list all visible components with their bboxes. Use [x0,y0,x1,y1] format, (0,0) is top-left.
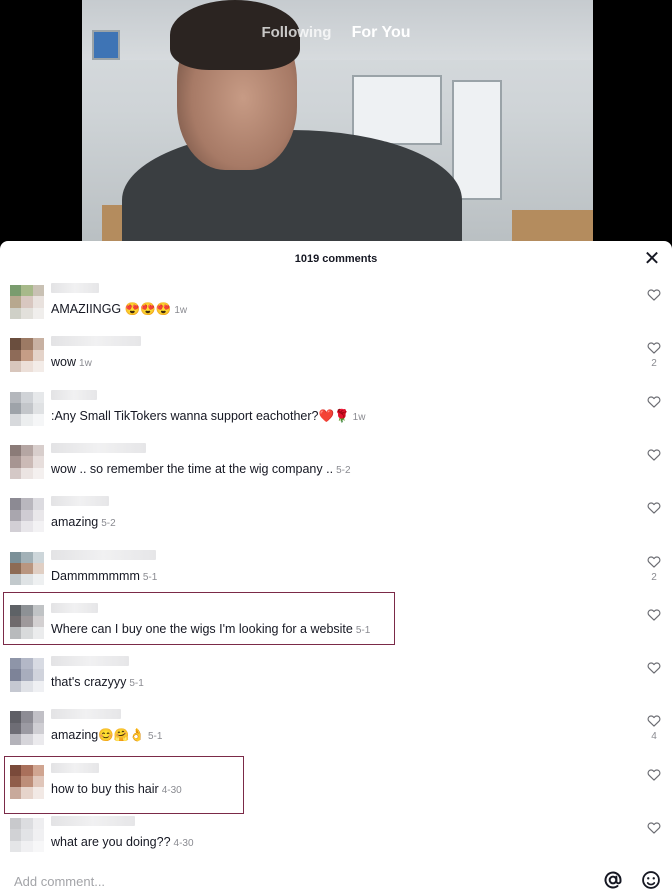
like-button[interactable] [646,448,662,461]
video-background-window [352,75,442,145]
comment-body: amazing [51,515,99,530]
comment-text: wow .. so remember the time at the wig c… [51,462,351,476]
comment-body: wow .. so remember the time at the wig c… [51,461,334,476]
avatar[interactable] [10,285,44,319]
comment-text: amazing😊🤗👌 5-1 [51,728,162,743]
username-blurred[interactable] [51,816,135,826]
username-blurred[interactable] [51,549,156,560]
comment-item[interactable]: amazing😊🤗👌 5-1 4 [0,707,672,759]
comment-body: amazing😊🤗👌 [51,728,145,743]
like-count: 4 [651,731,657,743]
comments-sheet: 1019 comments ✕ AMAZIINGG 😍😍😍 1w wow 1w 2:An… [0,241,672,896]
heart-outline-icon [647,502,661,514]
like-button[interactable] [646,395,662,408]
comment-item[interactable]: wow .. so remember the time at the wig c… [0,441,672,493]
at-mention-icon[interactable] [603,870,623,890]
like-button[interactable] [646,821,662,834]
avatar[interactable] [10,338,44,373]
like-button[interactable]: 2 [646,341,662,369]
avatar[interactable] [10,818,44,852]
heart-outline-icon [647,715,661,728]
like-count: 2 [651,571,657,583]
video-background-window [452,80,502,200]
heart-outline-icon [647,449,661,461]
like-button[interactable] [646,288,662,301]
comment-timestamp: 5-1 [142,571,158,583]
like-button[interactable] [646,768,662,781]
tab-following[interactable]: Following [261,24,331,41]
comment-body: :Any Small TikTokers wanna support eacho… [51,408,350,423]
comment-item[interactable]: what are you doing?? 4-30 [0,814,672,866]
comment-timestamp: 5-1 [129,678,144,690]
heart-outline-icon [647,289,661,301]
heart-outline-icon [647,342,661,354]
comments-count: 1019 comments [294,253,378,265]
username-blurred[interactable] [51,709,121,720]
comment-timestamp: 4-30 [173,838,194,849]
comment-text: AMAZIINGG 😍😍😍 1w [51,302,187,317]
comment-item[interactable]: wow 1w 2 [0,334,672,386]
avatar[interactable] [10,711,44,746]
comment-item[interactable]: that's crazyyy 5-1 [0,654,672,706]
comment-text: what are you doing?? 4-30 [51,835,194,849]
username-blurred[interactable] [51,336,141,347]
username-blurred[interactable] [51,656,129,667]
comment-text: :Any Small TikTokers wanna support eacho… [51,409,365,424]
like-button[interactable] [646,501,662,514]
video-player[interactable]: Following For You [0,0,672,244]
video-cardboard-box [512,210,593,244]
username-blurred[interactable] [51,283,99,293]
like-button[interactable] [646,608,662,621]
heart-outline-icon [647,609,661,621]
highlight-box [4,756,244,814]
comment-body: AMAZIINGG 😍😍😍 [51,302,172,316]
like-count: 2 [651,358,657,370]
username-blurred[interactable] [51,442,146,453]
tab-for-you[interactable]: For You [352,24,411,41]
avatar[interactable] [10,391,44,426]
heart-outline-icon [647,769,661,781]
heart-outline-icon [647,555,661,568]
like-button[interactable] [646,661,662,674]
comment-body: what are you doing?? [51,835,171,849]
comment-item[interactable]: amazing 5-2 [0,494,672,546]
close-icon[interactable]: ✕ [640,247,664,271]
comment-body: Dammmmmmm [51,568,140,583]
comment-timestamp: 5-1 [147,731,163,743]
avatar[interactable] [10,498,44,533]
like-button[interactable]: 2 [646,555,662,583]
add-comment-input[interactable] [14,872,574,890]
avatar[interactable] [10,658,44,693]
comment-body: wow [51,355,77,370]
heart-outline-icon [647,662,661,674]
comment-timestamp: 1w [352,411,366,423]
comment-text: that's crazyyy 5-1 [51,675,144,689]
comment-timestamp: 5-2 [101,518,116,530]
comment-timestamp: 1w [79,358,92,370]
emoji-icon[interactable] [641,870,661,890]
video-person-body [122,130,462,244]
highlight-box [3,592,395,645]
comment-item[interactable]: :Any Small TikTokers wanna support eacho… [0,388,672,440]
comment-timestamp: 1w [174,305,188,316]
comment-text: Dammmmmmm 5-1 [51,569,157,583]
comment-input-bar [0,867,672,896]
heart-outline-icon [647,396,661,408]
avatar[interactable] [10,551,44,586]
username-blurred[interactable] [51,389,97,400]
comment-item[interactable]: AMAZIINGG 😍😍😍 1w [0,281,672,333]
heart-outline-icon [647,822,661,834]
feed-tabs: Following For You [0,24,672,42]
comment-text: wow 1w [51,355,92,369]
comment-text: amazing 5-2 [51,515,116,529]
like-button[interactable]: 4 [646,714,662,742]
username-blurred[interactable] [51,496,109,507]
comment-body: that's crazyyy [51,675,127,690]
comment-timestamp: 5-2 [336,464,351,476]
avatar[interactable] [10,444,44,479]
